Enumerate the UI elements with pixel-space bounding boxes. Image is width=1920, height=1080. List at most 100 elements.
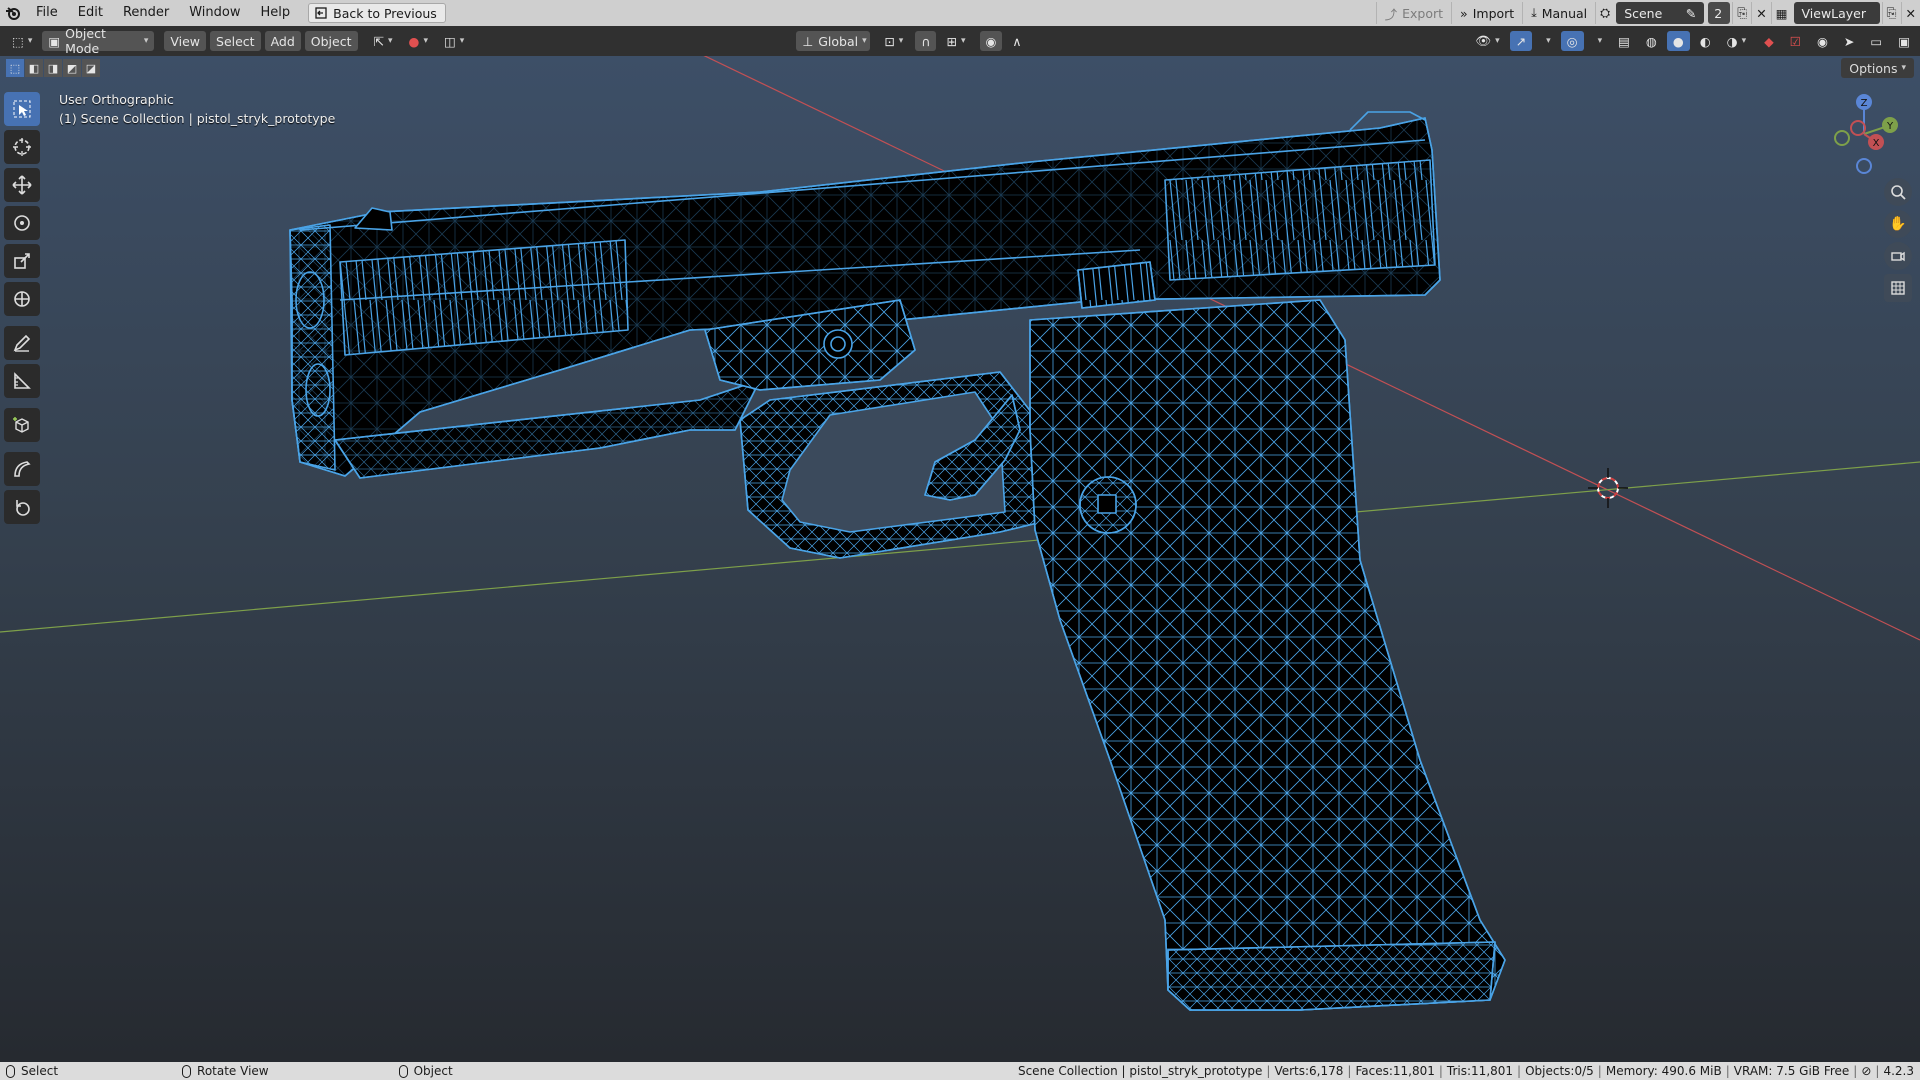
transform-tool-button[interactable] — [4, 282, 40, 316]
select-box-intersect-icon[interactable]: ◪ — [82, 59, 100, 77]
transform-gizmo-toggle[interactable]: ⇱ ▾ — [368, 31, 399, 51]
shading-material-button[interactable]: ◐ — [1694, 31, 1717, 51]
3d-cursor[interactable] — [1588, 468, 1628, 508]
select-box-new-icon[interactable]: ⬚ — [6, 59, 24, 77]
material-sphere-icon: ◐ — [1699, 33, 1711, 49]
stroke-icon: ◫ — [443, 33, 456, 49]
shading-rendered-button[interactable]: ◑ ▾ — [1721, 31, 1752, 51]
select-box-extend-icon[interactable]: ◧ — [25, 59, 43, 77]
zoom-button[interactable] — [1884, 178, 1912, 206]
shear-tool-button[interactable] — [4, 452, 40, 486]
snap-target-dropdown[interactable]: ⊞ ▾ — [940, 31, 971, 51]
rotate-tool-button[interactable] — [4, 206, 40, 240]
select-tool-button[interactable] — [4, 92, 40, 126]
viewlayer-name: ViewLayer — [1801, 5, 1867, 21]
overlays-dropdown[interactable]: ▾ — [1588, 31, 1609, 51]
stat-collection: Scene Collection | pistol_stryk_prototyp… — [1017, 1064, 1263, 1078]
mode-dropdown[interactable]: ▣ Object Mode ▾ — [42, 26, 155, 56]
pivot-point-dropdown[interactable]: ⊡ ▾ — [878, 31, 909, 51]
chevron-down-icon: ▾ — [1901, 63, 1906, 73]
eye-icon: 👁 — [1475, 33, 1492, 48]
neg-y-axis-ball[interactable] — [1834, 130, 1850, 146]
ruler-icon — [14, 372, 31, 389]
restrict-select-icon[interactable]: ◆ — [1758, 31, 1780, 51]
select-box-subtract-icon[interactable]: ◨ — [44, 59, 62, 77]
back-to-previous-button[interactable]: Back to Previous — [308, 3, 446, 23]
monitor-icon[interactable]: ▭ — [1864, 31, 1888, 51]
annotation-icon: ● — [408, 33, 420, 49]
annotation-toggle[interactable]: ● ▾ — [403, 31, 434, 51]
visibility-eye-icon[interactable]: ◉ — [1811, 31, 1834, 51]
proportional-editing-toggle[interactable]: ◉ — [979, 31, 1003, 51]
pan-button[interactable]: ✋ — [1884, 210, 1912, 238]
grease-pencil-toggle[interactable]: ◫ ▾ — [438, 31, 470, 51]
camera-icon[interactable]: ▣ — [1892, 31, 1916, 51]
overlays-toggle[interactable]: ◎ — [1560, 31, 1584, 51]
neg-x-axis-ball[interactable] — [1850, 120, 1866, 136]
chevron-down-icon: ▾ — [143, 36, 149, 46]
magnet-icon: ∩ — [921, 33, 931, 49]
cursor-tool-button[interactable] — [4, 130, 40, 164]
cursor-select-icon[interactable]: ➤ — [1838, 31, 1860, 51]
menu-help[interactable]: Help — [251, 0, 301, 26]
export-button[interactable]: ⤴ Export — [1375, 2, 1451, 24]
viewlayer-field[interactable]: ViewLayer — [1793, 2, 1880, 24]
navigation-gizmo[interactable]: Z Y X — [1834, 92, 1904, 176]
xray-toggle[interactable]: ▤ — [1612, 31, 1636, 51]
annotate-tool-button[interactable] — [4, 326, 40, 360]
camera-view-button[interactable] — [1884, 242, 1912, 270]
toggle-ortho-button[interactable] — [1884, 274, 1912, 302]
gizmo-dropdown[interactable]: ▾ — [1536, 31, 1557, 51]
shading-wireframe-button[interactable]: ◍ — [1640, 31, 1663, 51]
snap-toggle[interactable]: ∩ — [915, 31, 937, 51]
gizmo-toggle[interactable]: ↗ — [1509, 31, 1533, 51]
pistol-mesh[interactable] — [289, 111, 1506, 1011]
object-menu[interactable]: Object — [304, 31, 358, 51]
menu-edit[interactable]: Edit — [68, 0, 113, 26]
editor-type-button[interactable]: ⬚ ▾ — [6, 31, 38, 51]
snap-target-icon: ⊞ — [946, 33, 957, 49]
checkbox-icon[interactable]: ☑ — [1784, 31, 1807, 51]
rotate-hint-label: Rotate View — [197, 1064, 269, 1078]
measure-tool-button[interactable] — [4, 364, 40, 398]
scale-tool-button[interactable] — [4, 244, 40, 278]
delete-scene-icon[interactable]: ✕ — [1751, 2, 1770, 24]
add-menu[interactable]: Add — [264, 31, 301, 51]
visibility-dropdown[interactable]: 👁 ▾ — [1469, 31, 1505, 51]
select-box-invert-icon[interactable]: ◩ — [63, 59, 81, 77]
navigation-buttons: ✋ — [1884, 178, 1912, 302]
mouse-left-icon — [6, 1064, 15, 1078]
scene-field[interactable]: Scene ✎ — [1616, 2, 1705, 24]
transform-orientation-dropdown[interactable]: ⊥ Global ▾ — [796, 31, 871, 51]
import-button[interactable]: » Import — [1451, 2, 1522, 24]
menu-render[interactable]: Render — [113, 0, 179, 26]
delete-viewlayer-icon[interactable]: ✕ — [1900, 2, 1920, 24]
new-scene-icon[interactable]: ⎘ — [1732, 2, 1751, 24]
manual-button[interactable]: ⤓ Manual — [1522, 2, 1595, 24]
chevron-down-icon: ▾ — [1546, 36, 1551, 46]
view-menu[interactable]: View — [164, 31, 207, 51]
viewport-scene[interactable] — [0, 56, 1920, 1062]
blender-logo-icon[interactable] — [0, 0, 26, 26]
orientation-icon: ⊥ — [802, 33, 814, 49]
shading-solid-button[interactable]: ● — [1666, 31, 1690, 51]
export-icon: ⤴ — [1384, 6, 1398, 22]
scene-selector-icon[interactable]: ⛭ — [1595, 2, 1614, 24]
shear-icon — [14, 461, 31, 477]
select-menu[interactable]: Select — [210, 31, 261, 51]
move-tool-button[interactable] — [4, 168, 40, 202]
menu-window[interactable]: Window — [179, 0, 250, 26]
new-viewlayer-icon[interactable]: ⎘ — [1881, 2, 1901, 24]
viewlayer-icon[interactable]: ▦ — [1770, 2, 1792, 24]
options-dropdown[interactable]: Options ▾ — [1841, 58, 1914, 78]
neg-z-axis-ball[interactable] — [1856, 158, 1872, 174]
3d-cursor-icon — [13, 138, 31, 156]
manual-label: Manual — [1541, 5, 1588, 21]
solid-sphere-icon: ● — [1672, 33, 1684, 49]
spin-tool-button[interactable] — [4, 490, 40, 524]
falloff-dropdown[interactable]: ∧ — [1006, 31, 1027, 51]
network-off-icon: ⊘ — [1861, 1064, 1872, 1078]
menu-file[interactable]: File — [26, 0, 68, 26]
3d-viewport[interactable]: User Orthographic (1) Scene Collection |… — [0, 56, 1920, 1062]
add-cube-tool-button[interactable] — [4, 408, 40, 442]
